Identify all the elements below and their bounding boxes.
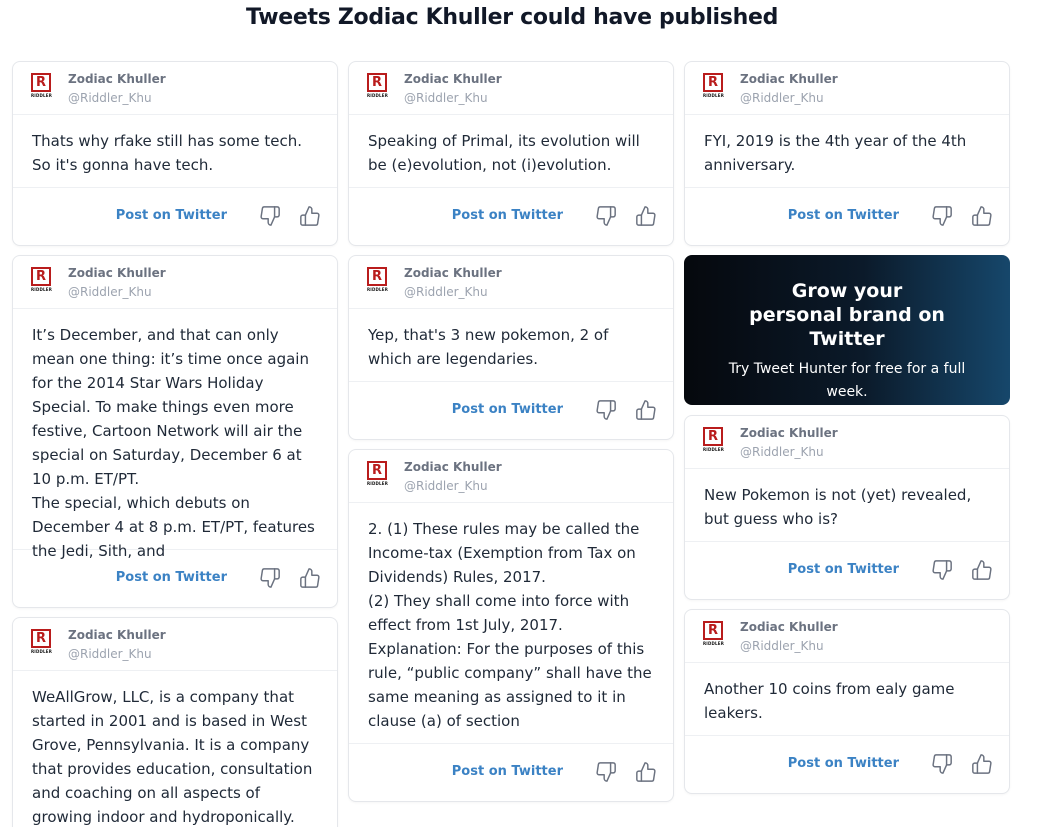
thumbs-up-icon[interactable]	[635, 399, 657, 421]
avatar: R RIDDLER	[31, 73, 52, 98]
tweet-card: R RIDDLER Zodiac Khuller @Riddler_Khu It’…	[12, 255, 338, 608]
author-name: Zodiac Khuller	[68, 628, 166, 642]
author-handle: @Riddler_Khu	[740, 639, 824, 653]
tweet-actions: Post on Twitter	[349, 382, 673, 439]
tweet-header: R RIDDLER Zodiac Khuller @Riddler_Khu	[685, 610, 1009, 663]
author-handle: @Riddler_Khu	[68, 647, 152, 661]
author-name: Zodiac Khuller	[740, 426, 838, 440]
tweet-actions: Post on Twitter	[13, 188, 337, 245]
tweet-actions: Post on Twitter	[685, 188, 1009, 245]
tweet-actions: Post on Twitter	[13, 550, 337, 607]
thumbs-down-icon[interactable]	[931, 753, 953, 775]
author-name: Zodiac Khuller	[740, 620, 838, 634]
riddler-logo-icon: R	[703, 621, 723, 640]
tweet-header: R RIDDLER Zodiac Khuller @Riddler_Khu	[349, 62, 673, 115]
tweet-card: R RIDDLER Zodiac Khuller @Riddler_Khu Yep…	[348, 255, 674, 440]
post-on-twitter-link[interactable]: Post on Twitter	[452, 208, 563, 223]
author-name: Zodiac Khuller	[404, 460, 502, 474]
tweet-text: 2. (1) These rules may be called the Inc…	[349, 503, 673, 744]
tweet-header: R RIDDLER Zodiac Khuller @Riddler_Khu	[685, 416, 1009, 469]
riddler-logo-icon: R	[703, 427, 723, 446]
avatar: R RIDDLER	[31, 267, 52, 292]
thumbs-up-icon[interactable]	[971, 559, 993, 581]
tweet-text: Yep, that's 3 new pokemon, 2 of which ar…	[349, 309, 673, 382]
riddler-logo-icon: R	[703, 73, 723, 92]
tweet-hunter-promo-banner[interactable]: Grow your personal brand on Twitter Try …	[684, 255, 1010, 405]
avatar: R RIDDLER	[703, 73, 724, 98]
tweet-text: FYI, 2019 is the 4th year of the 4th ann…	[685, 115, 1009, 188]
avatar: R RIDDLER	[367, 461, 388, 486]
thumbs-up-icon[interactable]	[635, 205, 657, 227]
author-handle: @Riddler_Khu	[404, 479, 488, 493]
thumbs-up-icon[interactable]	[299, 205, 321, 227]
author-name: Zodiac Khuller	[404, 266, 502, 280]
tweet-text: Another 10 coins from ealy game leakers.	[685, 663, 1009, 736]
post-on-twitter-link[interactable]: Post on Twitter	[788, 562, 899, 577]
riddler-logo-icon: R	[367, 267, 387, 286]
author-handle: @Riddler_Khu	[404, 285, 488, 299]
author-name: Zodiac Khuller	[404, 72, 502, 86]
author-name: Zodiac Khuller	[68, 266, 166, 280]
thumbs-down-icon[interactable]	[595, 761, 617, 783]
tweet-card: R RIDDLER Zodiac Khuller @Riddler_Khu Spe…	[348, 61, 674, 246]
tweet-actions: Post on Twitter	[349, 744, 673, 801]
author-handle: @Riddler_Khu	[68, 285, 152, 299]
tweet-actions: Post on Twitter	[685, 736, 1009, 793]
avatar: R RIDDLER	[367, 267, 388, 292]
author-handle: @Riddler_Khu	[68, 91, 152, 105]
avatar: R RIDDLER	[31, 629, 52, 654]
tweet-header: R RIDDLER Zodiac Khuller @Riddler_Khu	[13, 618, 337, 671]
tweet-card: R RIDDLER Zodiac Khuller @Riddler_Khu 2. …	[348, 449, 674, 802]
tweet-text: New Pokemon is not (yet) revealed, but g…	[685, 469, 1009, 542]
riddler-logo-icon: R	[31, 629, 51, 648]
tweet-text: Speaking of Primal, its evolution will b…	[349, 115, 673, 188]
tweet-card: R RIDDLER Zodiac Khuller @Riddler_Khu Ano…	[684, 609, 1010, 794]
thumbs-up-icon[interactable]	[971, 205, 993, 227]
thumbs-up-icon[interactable]	[971, 753, 993, 775]
post-on-twitter-link[interactable]: Post on Twitter	[788, 756, 899, 771]
page-title: Tweets Zodiac Khuller could have publish…	[245, 5, 779, 30]
tweet-text: It’s December, and that can only mean on…	[13, 309, 337, 560]
tweet-card: R RIDDLER Zodiac Khuller @Riddler_Khu New…	[684, 415, 1010, 600]
tweet-header: R RIDDLER Zodiac Khuller @Riddler_Khu	[13, 62, 337, 115]
author-handle: @Riddler_Khu	[740, 91, 824, 105]
author-name: Zodiac Khuller	[740, 72, 838, 86]
tweet-card: R RIDDLER Zodiac Khuller @Riddler_Khu FYI…	[684, 61, 1010, 246]
thumbs-up-icon[interactable]	[635, 761, 657, 783]
promo-title: Grow your personal brand on Twitter	[749, 280, 945, 350]
promo-subtitle: Try Tweet Hunter for free for a full wee…	[728, 361, 966, 400]
avatar: R RIDDLER	[703, 621, 724, 646]
tweet-header: R RIDDLER Zodiac Khuller @Riddler_Khu	[685, 62, 1009, 115]
thumbs-down-icon[interactable]	[931, 559, 953, 581]
post-on-twitter-link[interactable]: Post on Twitter	[452, 402, 563, 417]
author-handle: @Riddler_Khu	[404, 91, 488, 105]
author-name: Zodiac Khuller	[68, 72, 166, 86]
avatar: R RIDDLER	[703, 427, 724, 452]
post-on-twitter-link[interactable]: Post on Twitter	[788, 208, 899, 223]
tweet-card: R RIDDLER Zodiac Khuller @Riddler_Khu Tha…	[12, 61, 338, 246]
thumbs-down-icon[interactable]	[595, 399, 617, 421]
thumbs-down-icon[interactable]	[595, 205, 617, 227]
riddler-logo-icon: R	[367, 461, 387, 480]
thumbs-down-icon[interactable]	[931, 205, 953, 227]
post-on-twitter-link[interactable]: Post on Twitter	[116, 570, 227, 585]
post-on-twitter-link[interactable]: Post on Twitter	[116, 208, 227, 223]
tweet-header: R RIDDLER Zodiac Khuller @Riddler_Khu	[13, 256, 337, 309]
avatar: R RIDDLER	[367, 73, 388, 98]
thumbs-up-icon[interactable]	[299, 567, 321, 589]
author-handle: @Riddler_Khu	[740, 445, 824, 459]
thumbs-down-icon[interactable]	[259, 567, 281, 589]
tweet-actions: Post on Twitter	[349, 188, 673, 245]
tweet-text: WeAllGrow, LLC, is a company that starte…	[32, 688, 313, 826]
tweet-actions: Post on Twitter	[685, 542, 1009, 599]
thumbs-down-icon[interactable]	[259, 205, 281, 227]
tweet-header: R RIDDLER Zodiac Khuller @Riddler_Khu	[349, 256, 673, 309]
tweet-card: R RIDDLER Zodiac Khuller @Riddler_Khu WeA…	[12, 617, 338, 827]
riddler-logo-icon: R	[31, 267, 51, 286]
riddler-logo-icon: R	[31, 73, 51, 92]
tweet-text: Thats why rfake still has some tech. So …	[13, 115, 337, 188]
tweet-header: R RIDDLER Zodiac Khuller @Riddler_Khu	[349, 450, 673, 503]
post-on-twitter-link[interactable]: Post on Twitter	[452, 764, 563, 779]
riddler-logo-icon: R	[367, 73, 387, 92]
